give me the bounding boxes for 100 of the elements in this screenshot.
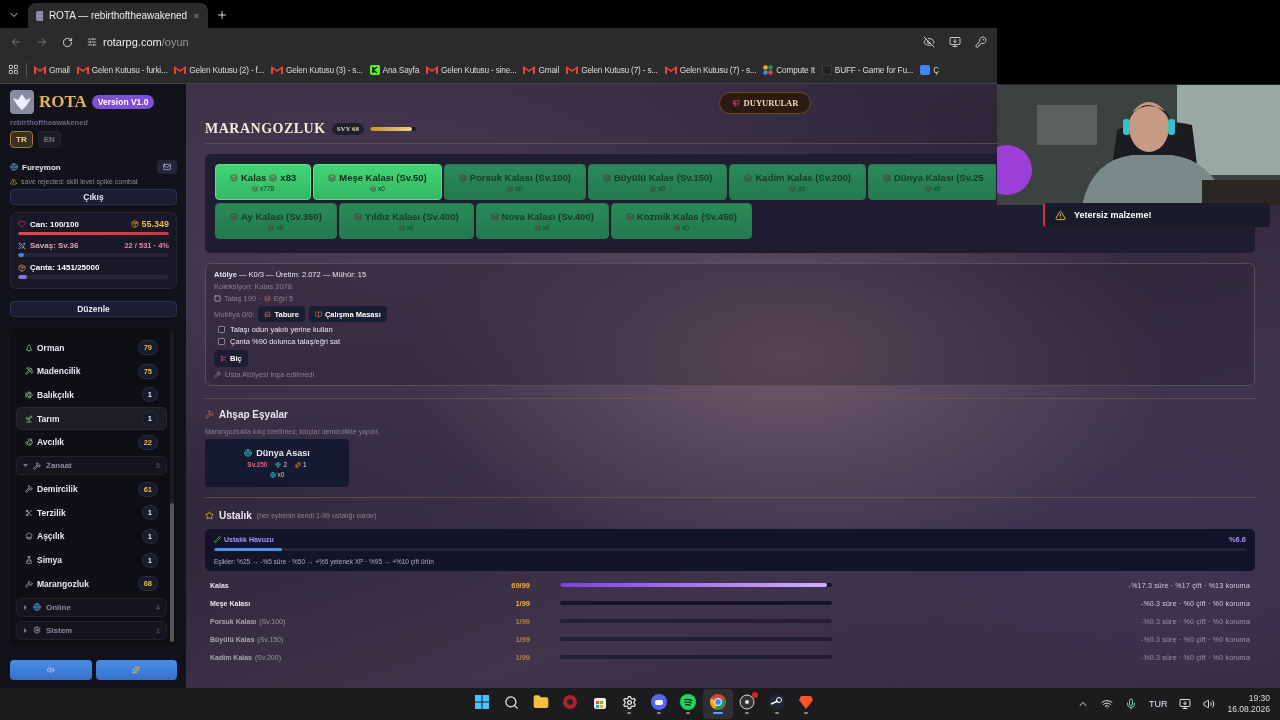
bookmark[interactable]: Compute It [763,64,815,75]
hammer-icon [25,485,33,494]
checkbox[interactable] [218,326,225,333]
pencil-icon [214,536,221,543]
hammer-icon [205,410,214,419]
envelope-icon [271,65,284,74]
gem-icon [275,461,282,468]
pickaxe-icon [25,367,33,376]
document-icon [920,64,931,75]
bookmark[interactable]: Gmail [523,64,560,75]
logo-icon [10,90,34,114]
site-settings-icon[interactable] [87,37,97,47]
install-icon[interactable] [949,36,961,48]
bookmark[interactable]: Gelen Kutusu (3) - s... [271,64,363,75]
bookmark[interactable]: Gelen Kutusu (2) - f... [174,64,265,75]
browser-icon [709,694,726,710]
language-button[interactable]: TR [10,131,33,148]
display-icon[interactable] [1179,698,1192,710]
page-title: MARANGOZLUK [205,121,326,137]
swords-icon [18,241,26,250]
bookmark[interactable]: Gelen Kutusu - furki... [76,64,168,75]
chat-icon [650,694,667,710]
reload-icon[interactable] [62,36,73,48]
bookmark[interactable]: Gelen Kutusu (7) - s... [664,64,757,75]
network-icon[interactable] [1100,698,1113,710]
announcements-button[interactable]: DUYURULAR [718,92,812,114]
envelope-icon [76,65,89,74]
bookmark[interactable]: Gmail [34,64,70,75]
scissors-icon [25,508,33,517]
envelope-icon [664,65,677,74]
eye-off-icon[interactable] [923,36,935,48]
envelope-icon [174,65,187,74]
language-indicator[interactable]: TUR [1148,699,1168,709]
speaker-icon [46,666,55,674]
shield-icon [798,694,815,710]
logout-button[interactable]: Çıkış [10,189,177,205]
volume-icon[interactable] [1203,698,1216,710]
section-title: Ahşap Eşyalar [219,409,288,420]
new-tab-icon[interactable] [216,9,228,21]
globe-icon [10,163,18,171]
envelope-icon [426,65,439,74]
globe-icon [33,603,41,612]
wrench-icon [214,371,221,378]
heart-icon [18,220,26,228]
caret-icon [23,604,28,610]
record-icon [739,694,756,710]
tree-icon [25,343,33,352]
start-icon [473,694,490,710]
toast-notification: Yetersiz malzeme! [1043,203,1270,227]
bookmark[interactable]: BUFF - Game for Fu... [821,64,914,75]
rabbit-icon [25,438,33,447]
envelope-icon [523,65,536,74]
apps-icon[interactable] [8,64,19,75]
folder-icon [532,694,549,710]
caret-icon [23,463,28,469]
bookmark[interactable]: Gelen Kutusu (7) - s... [566,64,658,75]
section-title: Ustalık [219,510,252,521]
browser-tab[interactable]: ROTA — rebirthoftheawakened [28,3,208,28]
warning-icon [1055,209,1066,221]
dots-icon [763,64,774,75]
music-icon [680,694,697,710]
checkbox[interactable] [218,338,225,345]
language-button[interactable]: EN [37,131,61,148]
envelope-icon [34,65,46,74]
logo-icon [36,10,43,21]
gear-icon [33,626,41,635]
microphone-icon[interactable] [1124,698,1137,710]
brand-name: ROTA [39,92,87,112]
key-icon[interactable] [975,36,987,48]
scrollbar[interactable] [170,332,174,642]
edit-button[interactable]: Düzenle [10,301,177,317]
chair-icon [263,295,271,302]
clock[interactable]: 19:30 16.08.2026 [1227,693,1270,715]
star-icon [205,511,214,520]
axe-icon [25,579,33,588]
gear-icon [621,694,637,710]
scissors-icon [220,355,227,362]
chair-icon [264,310,272,318]
search-icon [503,694,519,710]
chef-hat-icon [25,532,33,541]
version-badge: Version V1.0 [91,95,155,109]
player-name: Fureymon [22,162,61,172]
caret-icon [23,627,28,633]
megaphone-icon [731,99,740,107]
hammer-icon [33,461,41,470]
sprout-icon [25,414,33,423]
sparkle-icon [132,666,141,674]
bookmark[interactable]: Ana Sayfa [369,64,420,75]
warning-icon [10,178,17,185]
globe-icon [244,449,253,457]
mail-icon [163,163,171,171]
envelope-icon [566,65,579,74]
mail-button[interactable] [157,160,177,174]
flask-icon [25,556,33,565]
fish-icon [25,390,33,399]
book-icon [314,310,322,318]
bookmark[interactable]: Ç [920,64,939,75]
bookmark[interactable]: Gelen Kutusu - sine... [426,64,517,75]
sparkle-icon [295,461,302,468]
taskbar-app[interactable] [703,689,733,719]
